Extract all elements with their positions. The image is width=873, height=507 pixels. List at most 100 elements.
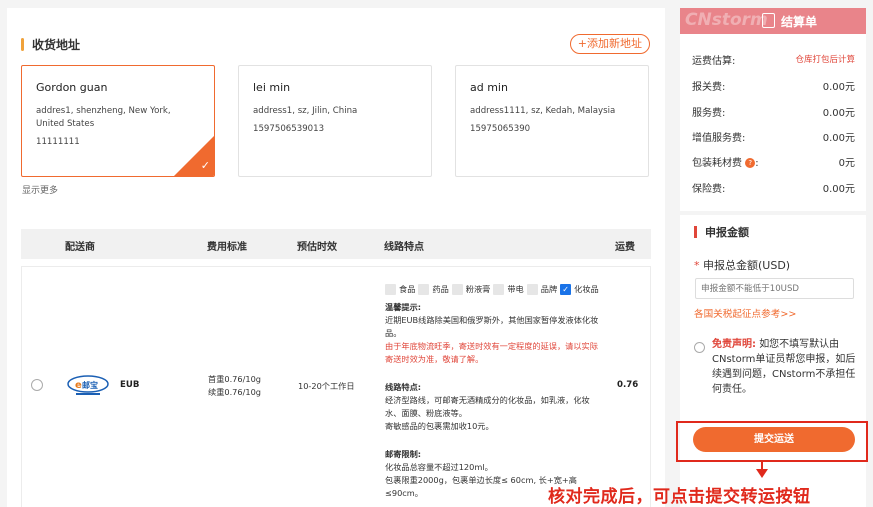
limit-text: 化妆品总容量不超过120ml。: [385, 462, 493, 472]
disclaimer-text: 免责声明: 如您不填写默认由CNstorm单证员帮您申报，如后续遇到问题，CNs…: [712, 337, 856, 397]
title-accent-bar: [694, 226, 697, 238]
summary-value: 0.00元: [822, 108, 855, 119]
declare-label: * 申报总金额(USD): [694, 259, 791, 272]
checkbox: [493, 284, 505, 295]
declare-title-text: 申报金额: [705, 226, 749, 239]
summary-title: 结算单: [781, 15, 818, 29]
header-eta: 预估时效: [297, 242, 337, 253]
header-fee: 费用标准: [207, 242, 247, 253]
summary-value: 0.00元: [822, 184, 855, 195]
summary-label: 服务费:: [692, 108, 726, 119]
address-title-text: 收货地址: [32, 38, 81, 52]
add-address-button[interactable]: +添加新地址: [569, 34, 650, 54]
feature-text: 经济型路线，可邮寄无酒精成分的化妆品，如乳液，化妆水、面膜、粉底液等。: [385, 395, 590, 418]
header-features: 线路特点: [384, 242, 424, 253]
checkbox: [385, 284, 396, 295]
show-more-link[interactable]: 显示更多: [22, 183, 58, 196]
check-icon: ✓: [200, 159, 210, 172]
settlement-summary: CNstorm 结算单 运费估算: 仓库打包后计算 报关费: 0.00元 服务费…: [680, 8, 866, 211]
title-accent-bar: [21, 38, 24, 51]
summary-row: 增值服务费: 0.00元: [692, 129, 855, 144]
feature-text: 寄敏感品的包裹需加收10元。: [385, 421, 494, 431]
cnstorm-watermark: CNstorm: [685, 10, 768, 30]
carrier-radio[interactable]: [31, 379, 43, 391]
route-features: 食品 药品 粉液膏 带电 品牌 ✓ 化妆品 温馨提示: 近期EUB线路除美国和俄罗…: [385, 283, 603, 500]
tag-item: ✓ 化妆品: [560, 283, 599, 296]
feature-title: 线路特点:: [385, 382, 422, 392]
address-name: Gordon guan: [36, 81, 108, 94]
address-card-lei[interactable]: lei min address1, sz, Jilin, China 15975…: [238, 65, 432, 177]
declare-panel: 申报金额 * 申报总金额(USD) 各国关税起征点参考>> 免责声明: 如您不填…: [680, 215, 866, 507]
declare-title: 申报金额: [694, 224, 749, 240]
eub-logo-icon: e 邮宝: [67, 375, 109, 395]
tag-label: 食品: [399, 284, 416, 294]
declare-label-text: 申报总金额(USD): [703, 259, 791, 272]
shipping-price: 0.76: [617, 380, 639, 390]
tariff-reference-link[interactable]: 各国关税起征点参考>>: [694, 306, 796, 320]
address-card-gordon[interactable]: Gordon guan addres1, shenzheng, New York…: [21, 65, 215, 177]
summary-header: CNstorm 结算单: [680, 8, 866, 34]
summary-row: 包装耗材费 ?: 0元: [692, 154, 855, 169]
address-section-title: 收货地址: [21, 36, 80, 53]
summary-label: 运费估算:: [692, 56, 736, 67]
annotation-text: 核对完成后，可点击提交转运按钮: [548, 487, 811, 507]
tip-title: 温馨提示:: [385, 302, 422, 312]
tag-label: 化妆品: [574, 284, 599, 294]
header-carrier: 配送商: [65, 242, 95, 253]
checkbox: [451, 284, 463, 295]
main-panel: 收货地址 +添加新地址 Gordon guan addres1, shenzhe…: [7, 8, 665, 507]
summary-label: 包装耗材费: [692, 158, 742, 169]
checkbox: [526, 284, 538, 295]
tag-label: 粉液膏: [465, 284, 491, 294]
summary-value: 仓库打包后计算: [795, 55, 855, 65]
header-price: 运费: [615, 242, 635, 253]
summary-label: 报关费:: [692, 82, 726, 93]
arrow-down-icon: [756, 469, 768, 478]
summary-row: 保险费: 0.00元: [692, 180, 855, 195]
address-phone: 15975065390: [470, 124, 531, 134]
tag-item: 品牌: [526, 283, 558, 296]
tag-label: 药品: [432, 284, 449, 294]
table-row: e 邮宝 EUB 首重0.76/10g 续重0.76/10g 10-20个工作日…: [21, 266, 651, 507]
declare-amount-input[interactable]: [695, 278, 854, 299]
address-name: ad min: [470, 81, 508, 94]
checkbox-checked: ✓: [560, 284, 572, 295]
tag-item: 药品: [418, 283, 449, 296]
summary-value: 0元: [838, 158, 855, 169]
summary-label: 保险费:: [692, 184, 726, 195]
summary-row: 运费估算: 仓库打包后计算: [692, 52, 855, 67]
bill-icon: [762, 13, 775, 28]
fee-line: 首重0.76/10g: [208, 374, 261, 384]
shipping-table-header: 配送商 费用标准 预估时效 线路特点 运费: [21, 229, 651, 259]
tag-label: 带电: [507, 284, 524, 294]
svg-text:邮宝: 邮宝: [82, 380, 98, 390]
eta-text: 10-20个工作日: [298, 381, 355, 391]
tip-warning: 由于年底物流旺季，寄送时效有一定程度的延误，请以实际寄送时效为准，敬请了解。: [385, 341, 598, 364]
tip-text: 近期EUB线路除美国和俄罗斯外，其他国家暂停发液体化妆品。: [385, 315, 599, 338]
address-line: addres1, shenzheng, New York, United Sta…: [36, 106, 171, 129]
svg-text:e: e: [75, 380, 82, 391]
summary-value: 0.00元: [822, 133, 855, 144]
summary-row: 服务费: 0.00元: [692, 104, 855, 119]
submit-shipping-button[interactable]: 提交运送: [693, 427, 855, 452]
address-line: address1, sz, Jilin, China: [253, 106, 358, 116]
tag-item: 带电: [493, 283, 524, 296]
disclaimer-radio[interactable]: [694, 342, 705, 353]
tag-list: 食品 药品 粉液膏 带电 品牌 ✓ 化妆品: [385, 283, 603, 296]
checkbox: [418, 284, 430, 295]
address-card-ad[interactable]: ad min address1111, sz, Kedah, Malaysia …: [455, 65, 649, 177]
summary-value: 0.00元: [822, 82, 855, 93]
limit-title: 邮寄限制:: [385, 449, 422, 459]
address-line: address1111, sz, Kedah, Malaysia: [470, 106, 616, 116]
tag-item: 粉液膏: [451, 283, 491, 296]
address-phone: 1597506539013: [253, 124, 325, 134]
summary-label: 增值服务费:: [692, 133, 746, 144]
summary-row: 报关费: 0.00元: [692, 78, 855, 93]
fee-standard: 首重0.76/10g 续重0.76/10g: [208, 373, 261, 399]
tag-label: 品牌: [540, 284, 558, 294]
carrier-name: EUB: [120, 380, 140, 390]
disclaimer-label: 免责声明:: [712, 339, 756, 350]
address-name: lei min: [253, 81, 291, 94]
fee-line: 续重0.76/10g: [208, 387, 261, 397]
help-icon[interactable]: ?: [745, 158, 756, 168]
